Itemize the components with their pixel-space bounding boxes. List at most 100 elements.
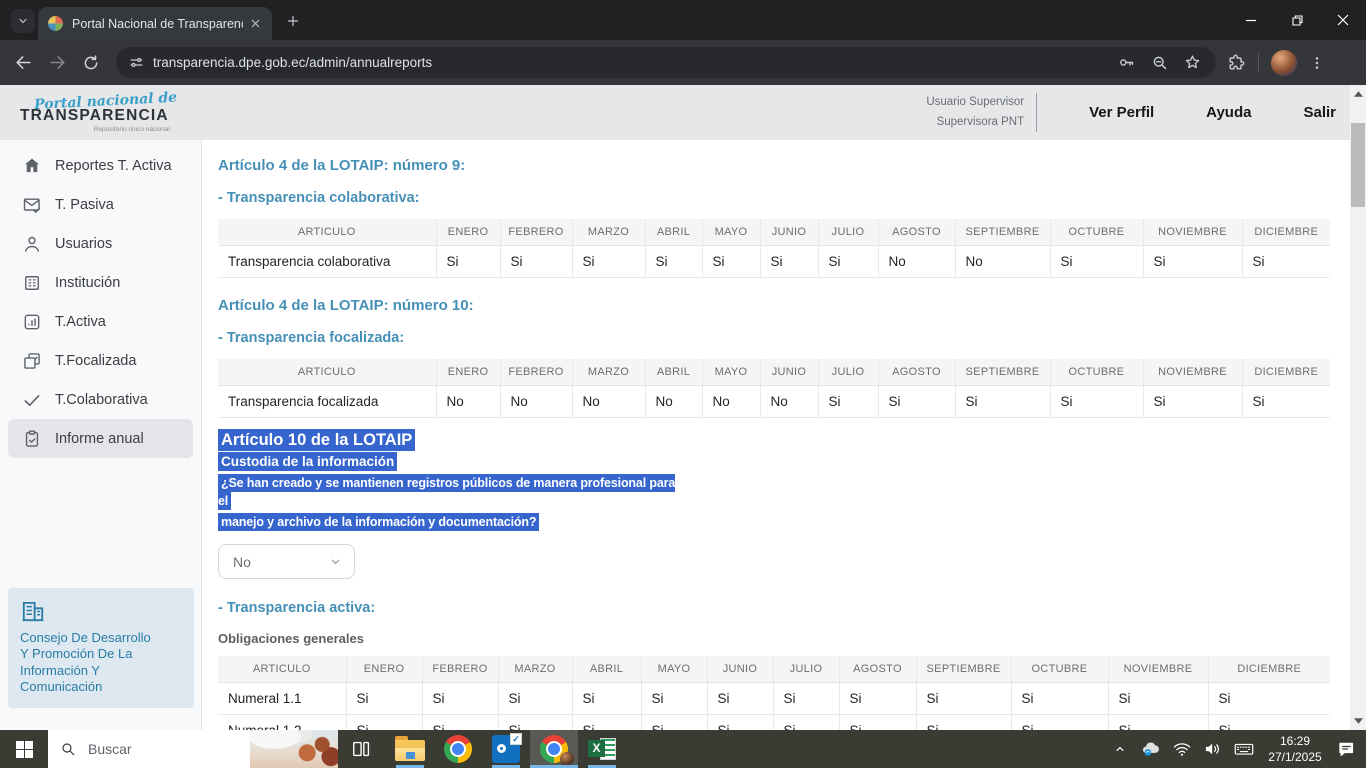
section-subtitle-colaborativa: - Transparencia colaborativa: [218,190,1350,206]
organization-name: Consejo De Desarrollo Y Promoción De La … [20,630,184,696]
taskbar-app-outlook[interactable]: ✓ [482,730,530,768]
month-value-cell: Si [760,246,818,278]
month-value-cell: Si [1050,246,1143,278]
tab-close-icon[interactable] [247,15,264,33]
onedrive-cloud-icon[interactable] [1139,730,1163,768]
browser-tab[interactable]: Portal Nacional de Transparencia [38,7,272,40]
column-header: FEBRERO [500,359,572,386]
column-header: JUNIO [760,359,818,386]
table-row: Transparencia focalizadaNoNoNoNoNoNoSiSi… [218,386,1330,418]
table-transparencia-focalizada: ARTICULOENEROFEBREROMARZOABRILMAYOJUNIOJ… [218,359,1330,418]
taskbar-app-chrome[interactable] [434,730,482,768]
volume-icon[interactable] [1201,730,1225,768]
wifi-icon[interactable] [1170,730,1194,768]
notifications-icon[interactable] [1334,730,1358,768]
org-line: Consejo De Desarrollo [20,630,184,646]
minimize-button[interactable] [1228,0,1274,40]
sidebar-item-label: T.Activa [55,314,106,330]
column-header: NOVIEMBRE [1143,219,1242,246]
month-value-cell: Si [818,386,878,418]
sidebar-item-t-focalizada[interactable]: T.Focalizada [8,341,193,380]
search-promo-image[interactable] [250,730,338,768]
nav-ayuda[interactable]: Ayuda [1206,104,1251,121]
month-value-cell: Si [1011,715,1108,731]
close-button[interactable] [1320,0,1366,40]
restore-button[interactable] [1274,0,1320,40]
clock-time: 16:29 [1263,733,1327,749]
scroll-down-icon[interactable] [1350,714,1366,728]
column-header: ENERO [346,656,422,683]
scrollbar-thumb[interactable] [1351,123,1365,207]
check-icon [22,390,42,410]
start-button[interactable] [0,730,48,768]
month-value-cell: Si [878,386,955,418]
taskbar-app-excel[interactable]: X [578,730,626,768]
zoom-out-icon[interactable] [1150,53,1169,72]
month-value-cell: Si [707,683,773,715]
hidden-icons-chevron[interactable] [1108,730,1132,768]
office-building-icon [20,598,46,624]
table-obligaciones-generales: ARTICULOENEROFEBREROMARZOABRILMAYOJUNIOJ… [218,656,1330,730]
profile-avatar[interactable] [1271,50,1297,76]
forward-button[interactable] [40,46,74,80]
column-header: ARTICULO [218,219,436,246]
clipboard-check-icon [22,429,42,449]
sidebar-item-institucion[interactable]: Institución [8,263,193,302]
site-logo[interactable]: Portal nacional de TRANSPARENCIA Reposit… [20,93,190,133]
custodia-select[interactable]: No [218,544,355,579]
excel-icon: X [588,735,616,763]
column-header: ENERO [436,219,500,246]
sidebar-item-t-pasiva[interactable]: T. Pasiva [8,185,193,224]
column-header: SEPTIEMBRE [916,656,1011,683]
sidebar-item-t-activa[interactable]: T.Activa [8,302,193,341]
new-tab-button[interactable] [282,10,304,32]
url-text[interactable]: transparencia.dpe.gob.ec/admin/annualrep… [153,55,1117,70]
month-value-cell: Si [839,683,916,715]
page-scrollbar[interactable] [1350,85,1366,730]
sidebar-item-label: Informe anual [55,431,144,447]
highlighted-selection-block: Artículo 10 de la LOTAIP Custodia de la … [218,431,688,531]
highlight-question-line2: manejo y archivo de la información y doc… [218,513,539,531]
extensions-puzzle-icon[interactable] [1226,53,1246,73]
sidebar-item-usuarios[interactable]: Usuarios [8,224,193,263]
sidebar-item-reportes-t-activa[interactable]: Reportes T. Activa [8,146,193,185]
logo-tagline: Repositorio único nacional [20,126,170,133]
nav-salir[interactable]: Salir [1303,104,1336,121]
month-value-cell: Si [641,715,707,731]
column-header: MARZO [572,219,645,246]
bookmark-star-icon[interactable] [1183,53,1202,72]
month-value-cell: Si [498,683,572,715]
scroll-up-icon[interactable] [1350,87,1366,101]
menu-kebab-icon[interactable] [1309,55,1325,71]
taskbar-app-chrome-active[interactable] [530,730,578,768]
url-bar[interactable]: transparencia.dpe.gob.ec/admin/annualrep… [116,47,1216,78]
nav-ver-perfil[interactable]: Ver Perfil [1089,104,1154,121]
month-value-cell: Si [346,715,422,731]
month-value-cell: Si [1143,386,1242,418]
month-value-cell: Si [1242,246,1330,278]
org-line: Y Promoción De La [20,646,184,662]
sidebar-item-label: Usuarios [55,236,112,252]
column-header: MAYO [702,359,760,386]
column-header: SEPTIEMBRE [955,219,1050,246]
sidebar-item-informe-anual[interactable]: Informe anual [8,419,193,458]
taskbar-search[interactable] [48,730,338,768]
task-view-button[interactable] [338,730,386,768]
keyboard-icon[interactable] [1232,730,1256,768]
tab-search-button[interactable] [11,9,35,33]
taskbar-app-file-explorer[interactable] [386,730,434,768]
month-value-cell: Si [1242,386,1330,418]
taskbar-clock[interactable]: 16:29 27/1/2025 [1263,733,1327,765]
row-label: Transparencia focalizada [218,386,436,418]
back-button[interactable] [6,46,40,80]
month-value-cell: No [500,386,572,418]
password-key-icon[interactable] [1117,53,1136,72]
user-role: Supervisora PNT [926,113,1024,133]
month-value-cell: Si [916,683,1011,715]
sidebar-item-t-colaborativa[interactable]: T.Colaborativa [8,380,193,419]
reload-button[interactable] [74,46,108,80]
search-input[interactable] [86,740,226,758]
column-header: FEBRERO [422,656,498,683]
month-value-cell: Si [572,715,641,731]
site-settings-tune-icon[interactable] [128,54,145,71]
